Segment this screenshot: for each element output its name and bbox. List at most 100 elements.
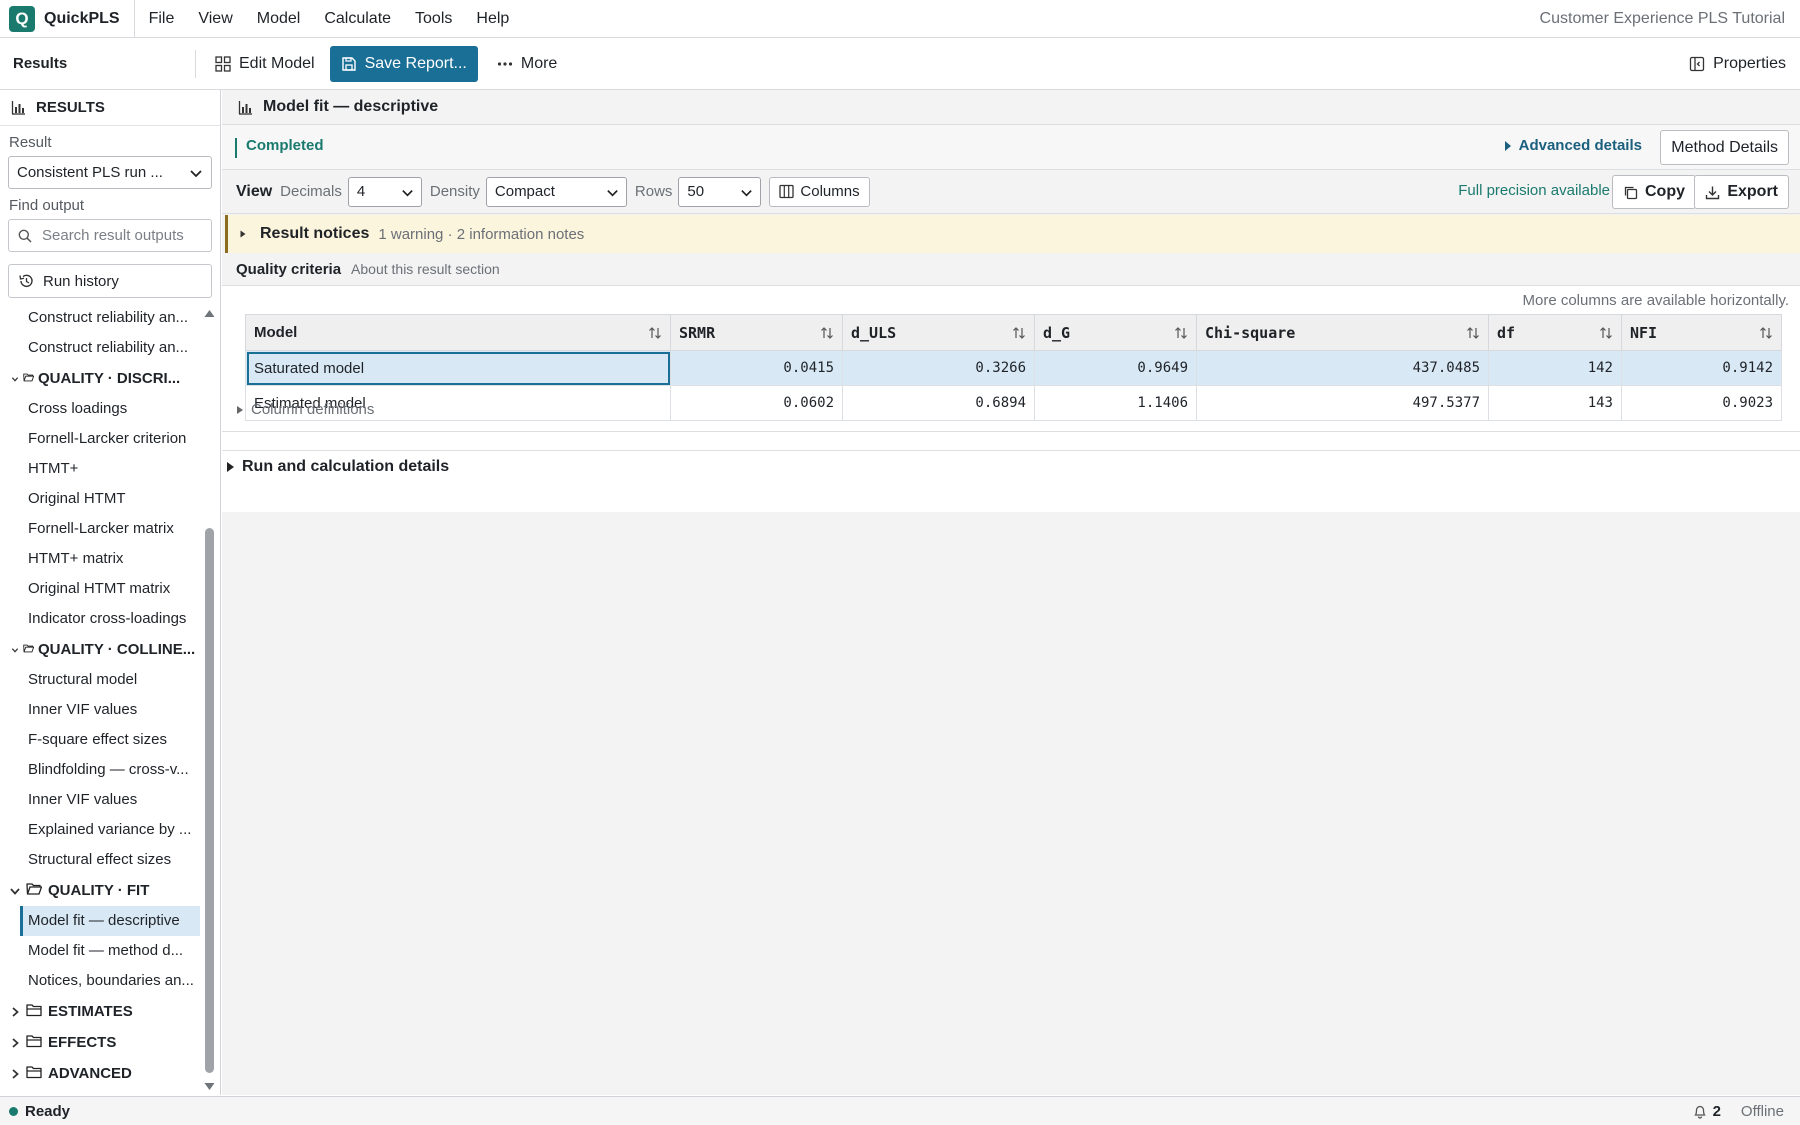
- table-row[interactable]: Saturated model 0.0415 0.3266 0.9649 437…: [245, 350, 1782, 386]
- chevron-right-icon[interactable]: [8, 1037, 22, 1049]
- column-definitions-toggle[interactable]: Column definitions: [236, 401, 374, 418]
- sidebar-item-construct-reliability-an[interactable]: Construct reliability an...: [20, 303, 200, 333]
- result-select[interactable]: Consistent PLS run ...: [8, 156, 212, 189]
- sidebar-item-model-fit-method-d[interactable]: Model fit — method d...: [20, 936, 200, 966]
- sidebar-item-f-square-effect-sizes[interactable]: F-square effect sizes: [20, 725, 200, 755]
- menu-help[interactable]: Help: [464, 0, 521, 38]
- sidebar-item-construct-reliability-an[interactable]: Construct reliability an...: [20, 333, 200, 363]
- sidebar-group-quality-discri[interactable]: QUALITY · DISCRI...: [0, 363, 200, 394]
- column-header-nfi[interactable]: NFI: [1621, 314, 1782, 351]
- sidebar-item-original-htmt[interactable]: Original HTMT: [20, 484, 200, 514]
- table-cell[interactable]: 142: [1488, 350, 1622, 386]
- chevron-down-icon: [190, 170, 202, 178]
- method-details-button[interactable]: Method Details: [1660, 130, 1789, 165]
- sidebar-group-quality-fit[interactable]: QUALITY · FIT: [0, 875, 200, 906]
- columns-button[interactable]: Columns: [769, 176, 870, 207]
- column-header-srmr[interactable]: SRMR: [670, 314, 843, 351]
- sidebar-item-fornell-larcker-matrix[interactable]: Fornell-Larcker matrix: [20, 514, 200, 544]
- chevron-down-icon[interactable]: [8, 646, 22, 654]
- sidebar-item-fornell-larcker-criterion[interactable]: Fornell-Larcker criterion: [20, 424, 200, 454]
- sidebar-item-structural-effect-sizes[interactable]: Structural effect sizes: [20, 845, 200, 875]
- sidebar-item-explained-variance-by[interactable]: Explained variance by ...: [20, 815, 200, 845]
- result-notices-row[interactable]: Result notices 1 warning · 2 information…: [225, 215, 1800, 253]
- table-row[interactable]: Estimated model 0.0602 0.6894 1.1406 497…: [245, 385, 1782, 421]
- menu-file[interactable]: File: [137, 0, 187, 38]
- scroll-up-icon[interactable]: [204, 308, 215, 318]
- sidebar-item-indicator-cross-loadings[interactable]: Indicator cross-loadings: [20, 604, 200, 634]
- sidebar-group-effects[interactable]: EFFECTS: [0, 1027, 200, 1058]
- column-header-model[interactable]: Model: [245, 314, 671, 351]
- more-button[interactable]: More: [486, 46, 568, 82]
- sidebar-item-htmt-matrix[interactable]: HTMT+ matrix: [20, 544, 200, 574]
- table-cell[interactable]: 0.0602: [670, 385, 843, 421]
- copy-label: Copy: [1645, 183, 1685, 200]
- column-header-label: d_G: [1043, 323, 1071, 342]
- result-label: Result: [9, 134, 52, 151]
- table-cell[interactable]: 0.9142: [1621, 350, 1782, 386]
- chevron-down-icon[interactable]: [8, 885, 22, 897]
- menu-model[interactable]: Model: [245, 0, 313, 38]
- decimals-select[interactable]: 4: [347, 176, 422, 207]
- sidebar-item-blindfolding-cross-v[interactable]: Blindfolding — cross-v...: [20, 755, 200, 785]
- sidebar-item-original-htmt-matrix[interactable]: Original HTMT matrix: [20, 574, 200, 604]
- export-button[interactable]: Export: [1694, 175, 1789, 209]
- run-details-toggle[interactable]: Run and calculation details: [226, 458, 449, 476]
- sidebar-group-advanced[interactable]: ADVANCED: [0, 1058, 200, 1089]
- view-label: View: [236, 182, 273, 200]
- full-precision-link[interactable]: Full precision available: [1458, 182, 1610, 199]
- sidebar-item-notices-boundaries-an[interactable]: Notices, boundaries an...: [20, 966, 200, 996]
- advanced-details-toggle[interactable]: Advanced details: [1503, 137, 1642, 154]
- chevron-right-icon[interactable]: [8, 1006, 22, 1018]
- chevron-down-icon[interactable]: [8, 375, 22, 383]
- sidebar-item-inner-vif-values[interactable]: Inner VIF values: [20, 695, 200, 725]
- sidebar-item-inner-vif-values[interactable]: Inner VIF values: [20, 785, 200, 815]
- properties-button[interactable]: Properties: [1689, 46, 1786, 82]
- main-panel: Model fit — descriptive Completed Advanc…: [222, 90, 1800, 1095]
- table-cell[interactable]: 0.6894: [842, 385, 1035, 421]
- table-cell[interactable]: 143: [1488, 385, 1622, 421]
- density-select[interactable]: Compact: [485, 176, 627, 207]
- table-cell[interactable]: 0.0415: [670, 350, 843, 386]
- export-label: Export: [1727, 183, 1778, 200]
- menu-calculate[interactable]: Calculate: [312, 0, 403, 38]
- scroll-down-icon[interactable]: [204, 1082, 215, 1092]
- sidebar-item-structural-model[interactable]: Structural model: [20, 665, 200, 695]
- sidebar-scrollbar[interactable]: [203, 308, 216, 1092]
- copy-button[interactable]: Copy: [1612, 175, 1696, 209]
- table-cell[interactable]: 1.1406: [1034, 385, 1197, 421]
- chevron-right-icon[interactable]: [8, 1068, 22, 1080]
- sidebar-item-cross-loadings[interactable]: Cross loadings: [20, 394, 200, 424]
- notification-count[interactable]: 2: [1713, 1103, 1721, 1120]
- rows-select[interactable]: 50: [678, 176, 762, 207]
- sidebar-group-estimates[interactable]: ESTIMATES: [0, 996, 200, 1027]
- menu-view[interactable]: View: [186, 0, 244, 38]
- save-report-button[interactable]: Save Report...: [329, 45, 478, 82]
- column-header-d-uls[interactable]: d_ULS: [842, 314, 1035, 351]
- app-name: QuickPLS: [44, 0, 135, 38]
- column-header-chi-square[interactable]: Chi-square: [1196, 314, 1489, 351]
- table-cell[interactable]: 497.5377: [1196, 385, 1489, 421]
- run-history-button[interactable]: Run history: [8, 264, 212, 298]
- table-cell[interactable]: 437.0485: [1196, 350, 1489, 386]
- sort-icon: [1760, 327, 1772, 339]
- scrollbar-thumb[interactable]: [205, 528, 214, 1073]
- search-placeholder: Search result outputs: [42, 227, 184, 244]
- more-icon: [497, 61, 512, 66]
- search-input[interactable]: Search result outputs: [8, 219, 212, 252]
- edit-model-button[interactable]: Edit Model: [204, 46, 326, 82]
- sidebar-item-model-fit-descriptive[interactable]: Model fit — descriptive: [20, 906, 200, 936]
- column-header-df[interactable]: df: [1488, 314, 1622, 351]
- rows-label: Rows: [634, 183, 673, 200]
- sort-icon: [1013, 327, 1025, 339]
- table-cell[interactable]: Saturated model: [245, 350, 671, 386]
- section-about-link[interactable]: About this result section: [351, 261, 500, 277]
- table-cell[interactable]: 0.3266: [842, 350, 1035, 386]
- sidebar-item-htmt[interactable]: HTMT+: [20, 454, 200, 484]
- menu-tools[interactable]: Tools: [403, 0, 464, 38]
- bell-icon[interactable]: [1693, 1104, 1707, 1119]
- save-icon: [341, 56, 356, 71]
- column-header-d-g[interactable]: d_G: [1034, 314, 1197, 351]
- table-cell[interactable]: 0.9023: [1621, 385, 1782, 421]
- table-cell[interactable]: 0.9649: [1034, 350, 1197, 386]
- sidebar-group-quality-colline[interactable]: QUALITY · COLLINE...: [0, 634, 200, 665]
